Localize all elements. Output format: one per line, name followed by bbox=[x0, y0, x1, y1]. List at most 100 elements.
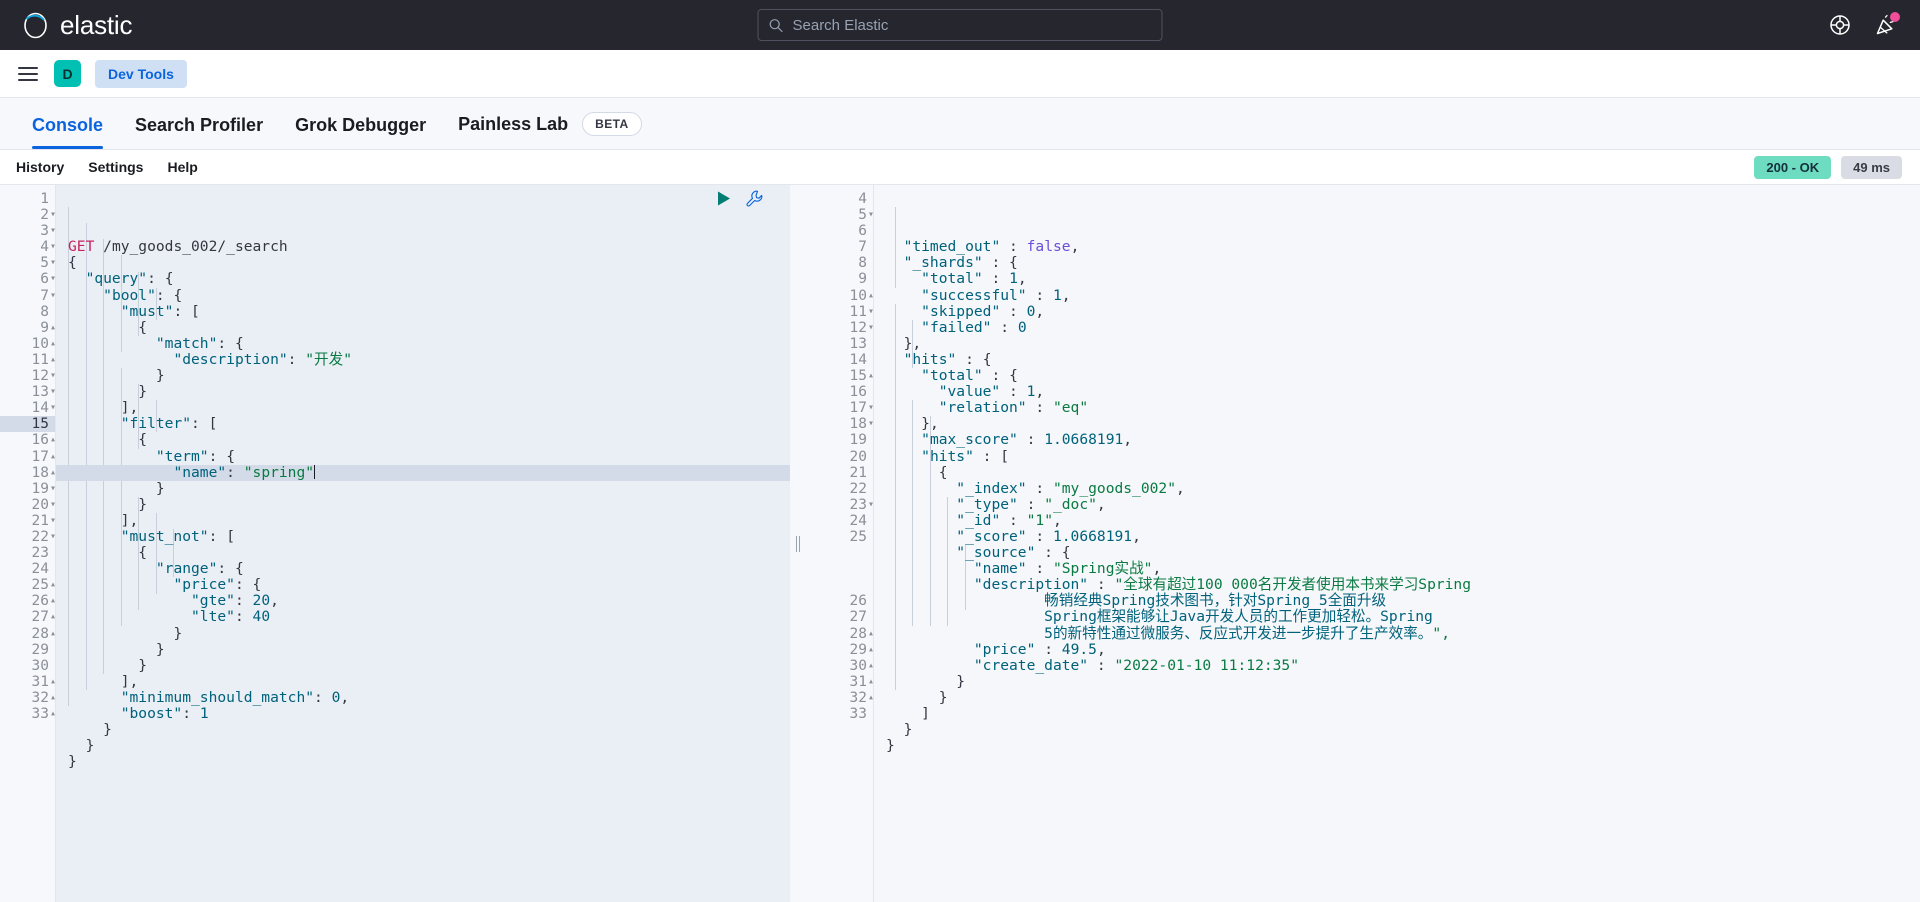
line-number bbox=[804, 577, 873, 593]
code-line: "failed" : 0 bbox=[921, 318, 1027, 336]
fold-down-icon[interactable]: ▾ bbox=[46, 271, 56, 287]
line-number: 5 ▾ bbox=[858, 207, 874, 224]
pane-resize-handle[interactable] bbox=[790, 185, 804, 902]
code-line: }, bbox=[903, 334, 922, 352]
tab-search-profiler[interactable]: Search Profiler bbox=[119, 115, 279, 149]
response-line-numbers: 4 5 ▾ 6 7 8 9 10 ▴ 11 ▾ 12 ▾ 13 14 15 ▴ 16 17 ▾ 18 ▾ 19 20 21 22 2… bbox=[804, 185, 874, 902]
console-split: 1 2 ▾ 3 ▾ 4 ▾ 5 ▾ 6 ▾ 7 ▾ 8 9 ▴ 10 ▴ 11 ▴ 12 ▾ 13 ▾ 14 ▾ 15 16 ▴ 17 ▴ 1… bbox=[0, 184, 1920, 902]
fold-up-icon[interactable]: ▴ bbox=[46, 706, 56, 722]
settings-button[interactable]: Settings bbox=[88, 159, 143, 175]
fold-up-icon[interactable]: ▴ bbox=[46, 593, 56, 609]
fold-down-icon[interactable]: ▾ bbox=[46, 497, 56, 513]
line-number: 24 bbox=[849, 512, 867, 529]
tab-console[interactable]: Console bbox=[16, 115, 119, 149]
line-number: 9 ▴ bbox=[40, 319, 56, 336]
fold-up-icon[interactable]: ▴ bbox=[46, 432, 56, 448]
fold-down-icon[interactable]: ▾ bbox=[46, 400, 56, 416]
fold-up-icon[interactable]: ▴ bbox=[46, 609, 56, 625]
fold-down-icon[interactable]: ▾ bbox=[46, 223, 56, 239]
fold-up-icon[interactable]: ▴ bbox=[46, 626, 56, 642]
breadcrumb-item-dev-tools[interactable]: Dev Tools bbox=[95, 59, 187, 88]
code-line: "total" : { bbox=[921, 367, 1018, 385]
code-line: ], bbox=[120, 399, 139, 417]
fold-up-icon[interactable]: ▴ bbox=[46, 690, 56, 706]
fold-up-icon[interactable]: ▴ bbox=[46, 674, 56, 690]
line-number: 33 bbox=[849, 706, 867, 722]
fold-up-icon[interactable]: ▴ bbox=[46, 320, 56, 336]
help-button[interactable]: Help bbox=[167, 159, 197, 175]
console-toolbar-links: History Settings Help bbox=[10, 159, 198, 175]
code-line: "range": { bbox=[155, 560, 244, 578]
code-line: "price" : 49.5, bbox=[973, 640, 1106, 658]
wrench-icon[interactable] bbox=[745, 189, 764, 208]
fold-down-icon[interactable]: ▾ bbox=[46, 481, 56, 497]
fold-up-icon[interactable]: ▴ bbox=[46, 465, 56, 481]
line-number: 18 ▾ bbox=[849, 416, 874, 433]
fold-down-icon[interactable]: ▾ bbox=[864, 304, 874, 320]
response-code[interactable]: "timed_out" : false, "_shards" : { "tota… bbox=[874, 185, 1920, 902]
fold-up-icon[interactable]: ▴ bbox=[864, 642, 874, 658]
tab-grok-debugger[interactable]: Grok Debugger bbox=[279, 115, 442, 149]
history-button[interactable]: History bbox=[16, 159, 64, 175]
line-number: 2 ▾ bbox=[40, 207, 56, 224]
fold-up-icon[interactable]: ▴ bbox=[46, 577, 56, 593]
fold-down-icon[interactable]: ▾ bbox=[864, 320, 874, 336]
code-line: } bbox=[938, 688, 948, 706]
fold-down-icon[interactable]: ▾ bbox=[864, 207, 874, 223]
help-icon[interactable] bbox=[1828, 13, 1852, 37]
fold-up-icon[interactable]: ▴ bbox=[46, 352, 56, 368]
code-line: { bbox=[138, 431, 148, 449]
fold-down-icon[interactable]: ▾ bbox=[46, 529, 56, 545]
fold-down-icon[interactable]: ▾ bbox=[46, 513, 56, 529]
global-search-placeholder: Search Elastic bbox=[792, 16, 889, 34]
code-line: 畅销经典Spring技术图书，针对Spring 5全面升级 bbox=[886, 592, 1387, 610]
hamburger-menu-icon[interactable] bbox=[16, 62, 40, 86]
fold-down-icon[interactable]: ▾ bbox=[46, 368, 56, 384]
fold-down-icon[interactable]: ▾ bbox=[46, 239, 56, 255]
code-line: Spring框架能够让Java开发人员的工作更加轻松。Spring bbox=[886, 608, 1433, 626]
tab-painless-lab[interactable]: Painless Lab BETA bbox=[442, 112, 657, 149]
line-number: 15 bbox=[0, 416, 55, 433]
fold-up-icon[interactable]: ▴ bbox=[864, 674, 874, 690]
line-number: 14 bbox=[849, 351, 867, 368]
line-number: 13 bbox=[849, 335, 867, 352]
fold-down-icon[interactable]: ▾ bbox=[46, 255, 56, 271]
fold-down-icon[interactable]: ▾ bbox=[46, 207, 56, 223]
line-number: 22 bbox=[849, 480, 867, 497]
fold-down-icon[interactable]: ▾ bbox=[864, 497, 874, 513]
brand[interactable]: elastic bbox=[0, 10, 132, 41]
line-number: 1 bbox=[40, 191, 49, 207]
fold-up-icon[interactable]: ▴ bbox=[864, 658, 874, 674]
code-line: } bbox=[155, 367, 165, 385]
fold-up-icon[interactable]: ▴ bbox=[864, 288, 874, 304]
fold-down-icon[interactable]: ▾ bbox=[864, 416, 874, 432]
line-number: 10 ▴ bbox=[849, 287, 874, 304]
fold-down-icon[interactable]: ▾ bbox=[864, 400, 874, 416]
response-viewer[interactable]: 4 5 ▾ 6 7 8 9 10 ▴ 11 ▾ 12 ▾ 13 14 15 ▴ 16 17 ▾ 18 ▾ 19 20 21 22 2… bbox=[804, 185, 1920, 902]
request-code[interactable]: GET /my_goods_002/_search{ "query": { "b… bbox=[56, 185, 790, 902]
line-number: 11 ▴ bbox=[31, 351, 56, 368]
global-search-input[interactable]: Search Elastic bbox=[757, 9, 1163, 41]
announcements-icon[interactable] bbox=[1874, 12, 1900, 37]
code-line: GET /my_goods_002/_search bbox=[68, 238, 288, 256]
fold-down-icon[interactable]: ▾ bbox=[46, 288, 56, 304]
code-line: "description" : "全球有超过100 000名开发者使用本书来学习… bbox=[973, 576, 1472, 594]
space-avatar[interactable]: D bbox=[54, 60, 81, 87]
fold-up-icon[interactable]: ▴ bbox=[864, 690, 874, 706]
fold-up-icon[interactable]: ▴ bbox=[864, 368, 874, 384]
play-triangle-icon[interactable] bbox=[714, 189, 733, 208]
line-number: 25 bbox=[849, 528, 867, 545]
fold-up-icon[interactable]: ▴ bbox=[864, 626, 874, 642]
request-editor[interactable]: 1 2 ▾ 3 ▾ 4 ▾ 5 ▾ 6 ▾ 7 ▾ 8 9 ▴ 10 ▴ 11 ▴ 12 ▾ 13 ▾ 14 ▾ 15 16 ▴ 17 ▴ 1… bbox=[0, 185, 790, 902]
code-line: "_shards" : { bbox=[903, 254, 1018, 272]
line-number: 17 ▾ bbox=[849, 400, 874, 417]
fold-up-icon[interactable]: ▴ bbox=[46, 449, 56, 465]
fold-up-icon[interactable]: ▴ bbox=[46, 336, 56, 352]
line-number: 9 bbox=[858, 271, 867, 288]
code-line: } bbox=[138, 383, 148, 401]
fold-down-icon[interactable]: ▾ bbox=[46, 384, 56, 400]
line-number: 7 ▾ bbox=[40, 287, 56, 304]
line-number: 18 ▴ bbox=[31, 464, 56, 481]
line-number: 28 ▴ bbox=[31, 625, 56, 642]
line-number bbox=[804, 561, 873, 577]
